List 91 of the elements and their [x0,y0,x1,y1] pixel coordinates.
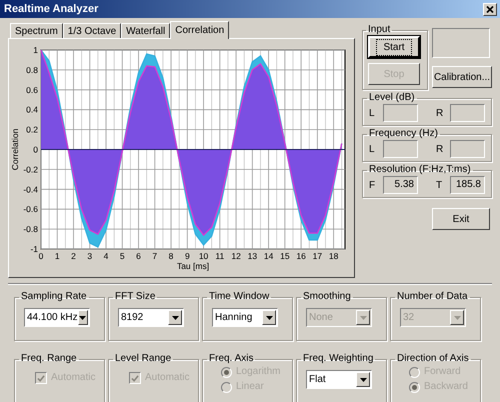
field-label: T [436,178,444,192]
check-icon [131,374,139,382]
readout-field: 185.8 [450,176,485,194]
group-title: Level (dB) [368,92,416,104]
tick-label: 11 [215,251,224,261]
tick-label: -1 [30,244,38,254]
dropdown-value: Flat [309,373,326,387]
tab[interactable]: Spectrum [10,23,63,38]
tick-label: -0.8 [23,224,38,234]
tick-label: 14 [264,251,274,261]
group-title: Direction of Axis [396,353,470,365]
dropdown-field[interactable]: 44.100 kHz [24,308,90,327]
tick-label: 5 [120,251,125,261]
group-title: Time Window [208,291,270,303]
dropdown-field[interactable]: 8192 [118,308,184,327]
group-title: Input [367,24,392,36]
axis-title: Correlation [10,128,20,170]
caret-icon [360,378,366,382]
tick-label: -0.6 [23,204,38,214]
group-title: Smoothing [302,291,352,303]
tick-label: 0 [38,251,44,261]
readout-field [450,140,485,158]
dropdown-button[interactable] [78,310,88,325]
field-label: L [369,142,376,156]
field-label: R [436,142,444,156]
tick-label: 15 [280,251,290,261]
dropdown-field[interactable]: Flat [306,370,372,389]
tick-label: 18 [328,251,338,261]
dropdown-value: 8192 [121,311,144,325]
axis-title: Tau [ms] [176,261,210,271]
caret-icon [79,316,86,320]
field-label: L [369,106,376,120]
tab[interactable]: Waterfall [121,23,170,38]
tick-label: -0.2 [23,164,38,174]
tick-label: 3 [87,251,92,261]
tick-label: 17 [312,251,322,261]
readout-field [383,104,418,122]
dropdown-button[interactable] [356,372,370,387]
tick-label: 16 [296,251,306,261]
push-button[interactable]: Calibration... [432,66,492,88]
group-title: Freq. Axis [208,353,254,365]
caret-icon [360,316,366,320]
dropdown-value: 32 [403,311,414,325]
tick-label: 12 [231,251,241,261]
tick-label: 4 [104,251,108,261]
dropdown-field[interactable]: Hanning [212,308,278,327]
dropdown-value: None [309,311,333,325]
group-title: Frequency (Hz) [368,128,439,140]
tick-label: 1 [54,251,60,261]
close-button[interactable] [483,2,497,16]
readout-field [383,140,418,158]
close-icon [486,6,494,12]
dropdown-button[interactable] [262,310,276,325]
tick-label: 10 [198,251,208,261]
tick-label: 1 [33,45,38,55]
caret-icon [172,316,178,320]
group-title: Sampling Rate [20,291,88,303]
tick-label: 13 [248,251,258,261]
field-label: F [369,178,376,192]
tick-label: 0.4 [26,104,38,115]
display-box [432,28,490,58]
caret-icon [266,316,272,320]
tick-label: 7 [152,251,158,261]
window-title: Realtime Analyzer [4,2,98,17]
dropdown-value: 44.100 kHz [27,311,78,325]
group-title: Freq. Range [20,353,78,365]
tick-label: 8 [168,251,174,261]
readout-field [450,104,485,122]
push-button[interactable]: Start [368,36,420,58]
tick-label: 9 [184,251,190,261]
tab[interactable]: Correlation [170,21,230,39]
check-icon [37,374,45,382]
group-title: Number of Data [396,291,469,303]
group-title: Resolution (F:Hz,T:ms) [368,164,472,176]
tick-label: 0.8 [26,64,38,75]
field-label: R [436,106,444,120]
caret-icon [454,316,460,320]
dropdown-button[interactable] [168,310,182,325]
tick-label: 0 [33,144,38,154]
tick-label: 0.6 [26,84,38,95]
tick-label: -0.4 [23,184,38,194]
group-title: Freq. Weighting [302,353,374,365]
tab[interactable]: 1/3 Octave [62,23,122,38]
push-button[interactable]: Exit [432,208,490,230]
readout-field: 5.38 [383,176,418,194]
group-title: Level Range [114,353,172,365]
group-title: FFT Size [114,291,156,303]
tick-label: 0.2 [26,124,38,135]
dropdown-value: Hanning [215,311,252,325]
tick-label: 6 [136,251,141,261]
tick-label: 2 [71,251,76,261]
